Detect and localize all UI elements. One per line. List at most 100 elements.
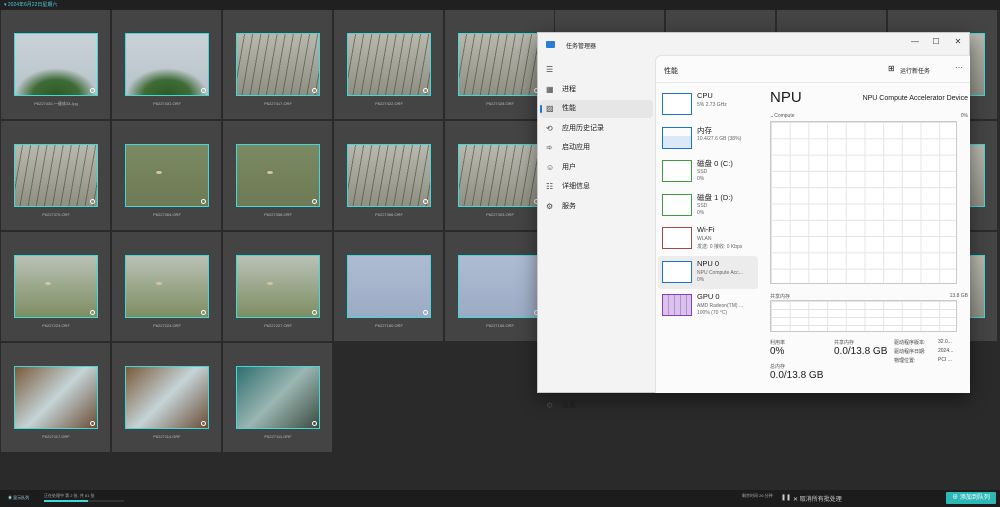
photo-filename: P6227370.ORF [42,212,70,217]
device-item[interactable]: 磁盘 0 (C:) SSD 0% [658,155,758,188]
add-to-queue-button[interactable]: ⊕ 添加到队列 [946,492,996,504]
device-mini-graph [662,126,692,149]
driver-date-label: 驱动程序日期: [894,349,926,355]
photo-filename: P6227366.ORF [375,212,403,217]
date-group-label: 2024年6月22日星期六 [7,2,58,8]
photo-tile[interactable]: P6227111.ORF [223,343,333,453]
show-queue-button[interactable]: ◉ 显示队列 [8,495,29,501]
photo-tile[interactable]: P6227422.ORF [334,10,444,120]
photo-tile[interactable]: P6227358.ORF [223,121,333,231]
photo-tile[interactable]: P6227430-一键成33.Jpg [1,10,111,120]
nav-item-users[interactable]: ☺ 用户 [540,159,653,177]
hamburger-icon: ☰ [546,65,554,74]
device-item[interactable]: 磁盘 1 (D:) SSD 0% [658,189,758,222]
device-heading: NPU [770,89,802,106]
device-mini-graph [662,193,692,216]
shared-memory-graph-max: 13.8 GB [949,293,968,299]
minimize-button[interactable]: — [908,37,922,46]
processed-badge-icon [312,199,317,204]
nav-item-settings[interactable]: ⚙ 设置 [540,397,653,415]
performance-page: 性能 ⊞ 运行新任务 ··· CPU 5% 2.73 GHz 内存 10.4/27.6… [655,55,970,393]
device-item[interactable]: CPU 5% 2.73 GHz [658,88,758,121]
processed-badge-icon [423,199,428,204]
compute-dropdown[interactable]: ⌄Compute [770,113,795,119]
title-bar[interactable]: 任务管理器 — ☐ ✕ [538,33,969,55]
photo-thumbnail [458,144,542,207]
device-item[interactable]: GPU 0 AMD Radeon(TM) ... 100% (70 °C) [658,289,758,322]
nav-item-hamburger[interactable]: ☰ [540,61,653,79]
processed-badge-icon [312,310,317,315]
side-navigation: ☰ ▦ 进程 ▨ 性能 ⟲ 应用历史记录 ➾ 启动应用 ☺ 用户 ☷ 详细信息 ⚙ 服务 ⚙ 设置 [538,55,655,410]
nav-item-startup[interactable]: ➾ 启动应用 [540,139,653,157]
utilization-label: 利用率 [770,340,786,346]
device-subtitle: AMD Radeon(TM) ... [697,303,744,309]
nav-item-processes[interactable]: ▦ 进程 [540,81,653,99]
pause-icon[interactable]: ❚❚ [781,494,791,501]
photo-tile[interactable]: P6227180.ORF [334,232,444,342]
physical-location-value: PCI ... [938,357,952,363]
run-task-icon[interactable]: ⊞ [888,64,895,73]
nav-item-label: 进程 [562,85,576,93]
utilization-value: 0% [770,346,785,357]
run-new-task-button[interactable]: 运行新任务 [900,66,930,75]
photo-tile[interactable]: P6227364.ORF [112,121,222,231]
startup-icon: ➾ [546,143,553,152]
device-usage: 发送: 0 接收: 0 Kbps [697,244,743,250]
device-item[interactable]: 内存 10.4/27.6 GB (38%) [658,122,758,155]
page-header: 性能 ⊞ 运行新任务 ··· [656,56,970,83]
photo-thumbnail [236,255,320,318]
device-name: Wi-Fi [697,225,715,234]
photo-tile[interactable]: P6227417.ORF [223,10,333,120]
device-item[interactable]: NPU 0 NPU Compute Acc... 0% [658,255,758,289]
device-usage: 0% [697,276,705,283]
processed-badge-icon [201,199,206,204]
photo-tile[interactable]: P6227370.ORF [1,121,111,231]
photo-thumbnail [347,144,431,207]
device-subtitle: SSD [697,202,708,209]
date-group-header[interactable]: ▾ 2024年6月22日星期六 [0,0,1000,10]
photo-thumbnail [236,366,320,429]
device-list: CPU 5% 2.73 GHz 内存 10.4/27.6 GB (38%) 磁盘 0 (… [656,86,759,392]
photo-filename: P6227364.ORF [153,212,181,217]
total-memory-value: 0.0/13.8 GB [770,370,824,381]
photo-filename: P6227117.ORF [42,434,70,439]
photo-filename: P6227430-一键成33.Jpg [34,101,78,106]
device-subtitle: 10.4/27.6 GB (38%) [697,135,742,142]
compute-max-label: 0% [960,113,968,119]
close-button[interactable]: ✕ [951,37,965,46]
processed-badge-icon [201,88,206,93]
photo-filename: P6227358.ORF [264,212,292,217]
photo-filename: P6227422.ORF [375,101,403,106]
photo-tile[interactable]: P6227117.ORF [1,343,111,453]
maximize-button[interactable]: ☐ [929,37,943,46]
photo-tile[interactable]: P6227224.ORF [112,232,222,342]
photo-thumbnail [458,255,542,318]
gear-icon: ⚙ [546,401,554,410]
photo-tile[interactable]: P6227366.ORF [334,121,444,231]
cancel-all-button[interactable]: ✕ 取消所有批处理 [793,494,842,503]
app-history-icon: ⟲ [546,123,553,133]
device-item[interactable]: Wi-Fi WLAN 发送: 0 接收: 0 Kbps [658,222,758,255]
nav-item-label: 设置 [562,402,576,409]
photo-tile[interactable]: P6227227.ORF [223,232,333,342]
users-icon: ☺ [546,162,555,172]
services-icon: ⚙ [546,201,554,211]
nav-item-details[interactable]: ☷ 详细信息 [540,178,653,196]
progress-fill [44,500,88,502]
device-name: CPU [697,91,713,100]
nav-item-performance[interactable]: ▨ 性能 [540,100,653,118]
device-name: 内存 [697,125,712,135]
nav-item-services[interactable]: ⚙ 服务 [540,198,653,216]
photo-tile[interactable]: P6227431.ORF [112,10,222,120]
progress-bar [44,500,124,502]
device-mini-graph [662,260,692,283]
physical-location-label: 物理位置: [894,358,916,364]
nav-item-app-history[interactable]: ⟲ 应用历史记录 [540,120,653,138]
device-name: NPU 0 [697,258,720,268]
photo-thumbnail [236,33,320,96]
photo-tile[interactable]: P6227223.ORF [1,232,111,342]
details-icon: ☷ [546,182,554,191]
more-options-button[interactable]: ··· [955,63,963,72]
processed-badge-icon [90,199,95,204]
photo-tile[interactable]: P6227114.ORF [112,343,222,453]
